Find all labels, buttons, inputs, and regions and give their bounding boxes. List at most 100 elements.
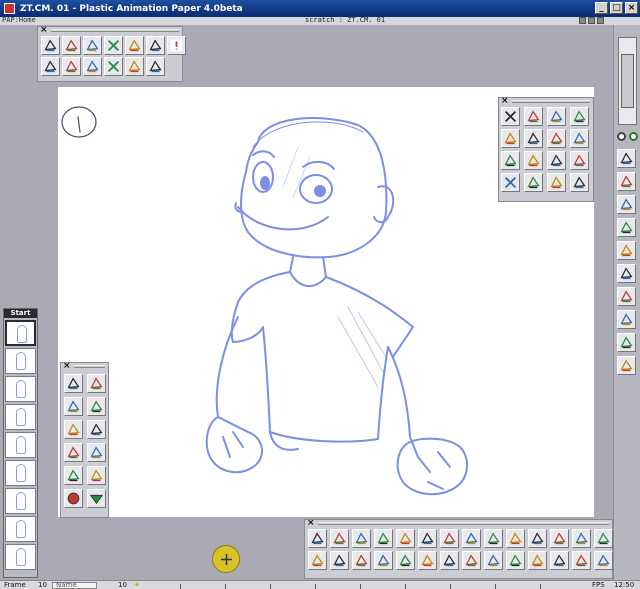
cut-button[interactable] bbox=[501, 107, 520, 126]
key-plus-button[interactable] bbox=[528, 529, 547, 548]
minimize-doc-icon[interactable] bbox=[579, 17, 586, 24]
rotate-left-button[interactable] bbox=[524, 151, 543, 170]
line-tool-button[interactable] bbox=[308, 551, 327, 570]
flip-vertical-button[interactable] bbox=[501, 151, 520, 170]
pencil-tool-button[interactable] bbox=[330, 529, 349, 548]
panel-header[interactable]: × bbox=[305, 519, 612, 528]
play-forward-button[interactable] bbox=[617, 264, 636, 283]
cut-frame-button[interactable] bbox=[104, 36, 123, 55]
color-fill-button[interactable] bbox=[547, 129, 566, 148]
film-frame-thumbnail[interactable] bbox=[5, 404, 36, 430]
mask-button[interactable] bbox=[484, 529, 503, 548]
light-table-button[interactable] bbox=[83, 36, 102, 55]
play-loop-button[interactable] bbox=[617, 310, 636, 329]
rotate-right-button[interactable] bbox=[547, 151, 566, 170]
save-button[interactable] bbox=[62, 57, 81, 76]
close-panel-icon[interactable]: × bbox=[501, 97, 509, 106]
close-panel-icon[interactable]: × bbox=[63, 362, 71, 371]
maximize-button[interactable]: □ bbox=[610, 2, 623, 14]
shape-tool-button[interactable] bbox=[440, 551, 459, 570]
shrink-h-button[interactable] bbox=[64, 397, 83, 416]
line-button[interactable] bbox=[617, 218, 636, 237]
panel-header[interactable]: × bbox=[38, 26, 182, 35]
minimize-button[interactable]: _ bbox=[595, 2, 608, 14]
eraser-button[interactable] bbox=[617, 195, 636, 214]
loop-start-button[interactable] bbox=[64, 443, 83, 462]
rotate-cw-button[interactable] bbox=[64, 374, 83, 393]
add-layer-button[interactable] bbox=[462, 551, 481, 570]
layer-swap-button[interactable] bbox=[528, 551, 547, 570]
close-panel-icon[interactable]: × bbox=[307, 519, 315, 528]
duplicate-button[interactable] bbox=[570, 151, 589, 170]
cut-save-button[interactable] bbox=[104, 57, 123, 76]
hand-button[interactable] bbox=[570, 107, 589, 126]
close-doc-icon[interactable] bbox=[597, 17, 604, 24]
film-frame-thumbnail[interactable] bbox=[5, 460, 36, 486]
expand-v-button[interactable] bbox=[87, 420, 106, 439]
record-button[interactable] bbox=[617, 333, 636, 352]
copy-frame-button[interactable] bbox=[125, 36, 144, 55]
layer-down-button[interactable] bbox=[484, 551, 503, 570]
color-brush-button[interactable] bbox=[617, 172, 636, 191]
film-frame-thumbnail[interactable] bbox=[5, 376, 36, 402]
sound-button[interactable] bbox=[146, 57, 165, 76]
pen-brush-button[interactable] bbox=[617, 149, 636, 168]
alert-button[interactable] bbox=[167, 36, 186, 55]
key-frame-button[interactable] bbox=[41, 57, 60, 76]
grid-button[interactable] bbox=[594, 529, 613, 548]
curve-tool-button[interactable] bbox=[330, 551, 349, 570]
copy-save-button[interactable] bbox=[125, 57, 144, 76]
film-frame-thumbnail[interactable] bbox=[5, 320, 36, 346]
sound-wave-button[interactable] bbox=[572, 551, 591, 570]
layer-up-button[interactable] bbox=[506, 551, 525, 570]
cut-selection-button[interactable] bbox=[501, 173, 520, 192]
traffic-red-button[interactable] bbox=[64, 489, 83, 508]
close-button[interactable]: × bbox=[625, 2, 638, 14]
panel-header[interactable]: × bbox=[61, 362, 108, 371]
brush-tool-button[interactable] bbox=[352, 529, 371, 548]
rotate-ccw-button[interactable] bbox=[87, 374, 106, 393]
stroke-tool-button[interactable] bbox=[352, 551, 371, 570]
key-minus-button[interactable] bbox=[550, 529, 569, 548]
copy-button[interactable] bbox=[524, 107, 543, 126]
film-frame-thumbnail[interactable] bbox=[5, 432, 36, 458]
paste-selection-button[interactable] bbox=[547, 173, 566, 192]
film-frame-thumbnail[interactable] bbox=[5, 348, 36, 374]
export-button[interactable] bbox=[617, 356, 636, 375]
paste-button[interactable] bbox=[547, 107, 566, 126]
timeline-marker-icon[interactable]: ✦ bbox=[134, 581, 140, 589]
help-pen-button[interactable] bbox=[374, 529, 393, 548]
fill-button[interactable] bbox=[462, 529, 481, 548]
play-backward-button[interactable] bbox=[617, 287, 636, 306]
expand-h-button[interactable] bbox=[87, 397, 106, 416]
bottle-tool-button[interactable] bbox=[396, 551, 415, 570]
restore-doc-icon[interactable] bbox=[588, 17, 595, 24]
save-as-button[interactable] bbox=[83, 57, 102, 76]
onion-down-button[interactable] bbox=[87, 466, 106, 485]
onion-forward-button[interactable] bbox=[62, 36, 81, 55]
vertical-scrollbar[interactable] bbox=[618, 37, 637, 125]
slant-tool-button[interactable] bbox=[374, 551, 393, 570]
film-frame-thumbnail[interactable] bbox=[5, 488, 36, 514]
help-brush-button[interactable] bbox=[396, 529, 415, 548]
view-toggle-1[interactable] bbox=[617, 132, 626, 141]
shrink-v-button[interactable] bbox=[64, 420, 83, 439]
options-button[interactable] bbox=[594, 551, 613, 570]
flip-horizontal-button[interactable] bbox=[501, 129, 520, 148]
scrollbar-thumb[interactable] bbox=[621, 54, 634, 108]
copy-selection-button[interactable] bbox=[524, 173, 543, 192]
help-color-button[interactable] bbox=[418, 529, 437, 548]
panel-header[interactable]: × bbox=[499, 97, 593, 106]
loop-end-button[interactable] bbox=[87, 443, 106, 462]
paste-frame-button[interactable] bbox=[146, 36, 165, 55]
traffic-green-button[interactable] bbox=[87, 489, 106, 508]
onion-up-button[interactable] bbox=[64, 466, 83, 485]
dots-button[interactable] bbox=[572, 529, 591, 548]
clear-selection-button[interactable] bbox=[570, 173, 589, 192]
pen-tool-button[interactable] bbox=[308, 529, 327, 548]
gear-arrow-button[interactable] bbox=[617, 241, 636, 260]
onion-skin-button[interactable] bbox=[41, 36, 60, 55]
key-button[interactable] bbox=[506, 529, 525, 548]
view-toggle-2[interactable] bbox=[629, 132, 638, 141]
trash-button[interactable] bbox=[570, 129, 589, 148]
